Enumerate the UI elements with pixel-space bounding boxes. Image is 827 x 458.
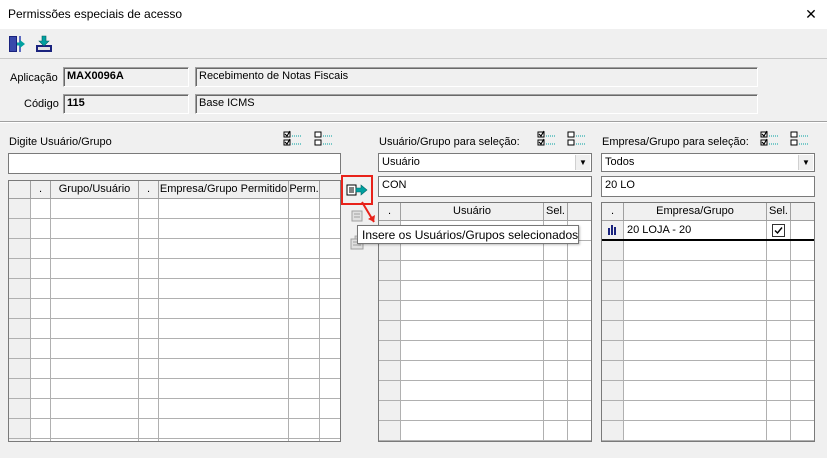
table-row[interactable] xyxy=(602,381,814,401)
company-selection-grid[interactable]: . Empresa/Grupo Sel. 20 LOJA - 20 xyxy=(601,202,815,442)
grid-header-sel[interactable]: Sel. xyxy=(544,203,568,221)
grid-header-sel[interactable]: Sel. xyxy=(767,203,791,221)
table-row[interactable] xyxy=(379,361,591,381)
aplicacao-code-field: MAX0096A xyxy=(63,67,189,87)
table-row[interactable] xyxy=(602,361,814,381)
table-row[interactable] xyxy=(9,419,340,439)
check-all-icon xyxy=(283,130,302,146)
table-row[interactable] xyxy=(379,321,591,341)
table-row[interactable] xyxy=(379,381,591,401)
codigo-value-field: 115 xyxy=(63,94,189,114)
table-row[interactable] xyxy=(379,281,591,301)
middle-uncheck-all-button[interactable] xyxy=(564,128,590,150)
table-row[interactable] xyxy=(602,341,814,361)
company-type-selected-value: Todos xyxy=(605,156,635,168)
right-check-all-button[interactable] xyxy=(757,128,783,150)
table-row[interactable] xyxy=(9,319,340,339)
close-button[interactable]: ✕ xyxy=(797,2,825,26)
permissions-grid[interactable]: . Grupo/Usuário . Empresa/Grupo Permitid… xyxy=(8,180,341,442)
chevron-down-icon[interactable]: ▼ xyxy=(798,155,813,170)
grid-header-grupo-usuario[interactable]: Grupo/Usuário xyxy=(51,181,139,199)
exit-button[interactable] xyxy=(4,31,30,57)
aplicacao-description-field: Recebimento de Notas Fiscais xyxy=(195,67,758,87)
grid-header-dot: . xyxy=(602,203,624,221)
table-row[interactable] xyxy=(9,219,340,239)
table-row[interactable] xyxy=(379,301,591,321)
codigo-label: Código xyxy=(24,98,59,110)
grid-header-filler xyxy=(320,181,340,199)
right-uncheck-all-button[interactable] xyxy=(787,128,813,150)
company-search-input[interactable]: 20 LO xyxy=(601,176,815,197)
table-row[interactable]: 20 LOJA - 20 xyxy=(602,221,814,241)
grid-header-filler xyxy=(568,203,591,221)
table-row[interactable] xyxy=(602,301,814,321)
table-row[interactable] xyxy=(9,279,340,299)
uncheck-all-icon xyxy=(314,131,333,146)
table-row[interactable] xyxy=(9,339,340,359)
checkmark-icon xyxy=(774,227,783,235)
left-check-all-button[interactable] xyxy=(280,128,306,150)
chevron-down-icon[interactable]: ▼ xyxy=(575,155,590,170)
middle-check-all-button[interactable] xyxy=(534,128,560,150)
user-type-selected-value: Usuário xyxy=(382,156,420,168)
user-search-input[interactable]: CON xyxy=(378,176,592,197)
table-row[interactable] xyxy=(9,259,340,279)
left-uncheck-all-button[interactable] xyxy=(311,128,337,150)
table-row[interactable] xyxy=(602,401,814,421)
left-panel-label: Digite Usuário/Grupo xyxy=(9,136,112,148)
right-panel-label: Empresa/Grupo para seleção: xyxy=(602,136,749,148)
table-row[interactable] xyxy=(602,421,814,441)
table-row[interactable] xyxy=(602,321,814,341)
tooltip: Insere os Usuários/Grupos selecionados xyxy=(357,225,579,244)
table-row[interactable] xyxy=(379,421,591,441)
user-group-input[interactable] xyxy=(8,153,341,174)
codigo-description-field: Base ICMS xyxy=(195,94,758,114)
middle-panel-label: Usuário/Grupo para seleção: xyxy=(379,136,520,148)
toolbar xyxy=(0,29,827,59)
table-row[interactable] xyxy=(9,239,340,259)
table-row[interactable] xyxy=(379,241,591,261)
grid-header-dot-2: . xyxy=(139,181,159,199)
grid-header-empresa-grupo-permitido[interactable]: Empresa/Grupo Permitido xyxy=(159,181,289,199)
grid-header-dot: . xyxy=(379,203,401,221)
check-all-icon xyxy=(760,130,779,146)
company-type-select[interactable]: Todos ▼ xyxy=(601,153,815,172)
table-row[interactable] xyxy=(602,241,814,261)
company-building-icon xyxy=(606,224,618,239)
table-row[interactable] xyxy=(379,401,591,421)
check-all-icon xyxy=(537,130,556,146)
grid-header-filler xyxy=(791,203,814,221)
table-row[interactable] xyxy=(9,399,340,419)
table-row[interactable] xyxy=(379,341,591,361)
exit-door-icon xyxy=(9,36,25,52)
table-row[interactable] xyxy=(9,379,340,399)
table-row[interactable] xyxy=(9,359,340,379)
save-button[interactable] xyxy=(31,31,57,57)
header-separator xyxy=(0,121,827,123)
company-select-checkbox[interactable] xyxy=(772,224,785,237)
save-download-icon xyxy=(36,35,52,52)
grid-header-dot: . xyxy=(31,181,51,199)
table-row[interactable] xyxy=(602,281,814,301)
grid-header-usuario[interactable]: Usuário xyxy=(401,203,544,221)
grid-header-perm[interactable]: Perm. xyxy=(289,181,320,199)
table-row[interactable] xyxy=(9,299,340,319)
red-arrow-icon xyxy=(361,201,375,223)
window-title: Permissões especiais de acesso xyxy=(8,7,183,21)
table-row[interactable] xyxy=(602,261,814,281)
table-row[interactable] xyxy=(379,261,591,281)
table-row[interactable] xyxy=(9,199,340,219)
company-name: 20 LOJA - 20 xyxy=(627,224,692,236)
user-type-select[interactable]: Usuário ▼ xyxy=(378,153,592,172)
grid-header-indicator xyxy=(9,181,31,199)
uncheck-all-icon xyxy=(567,131,586,146)
aplicacao-label: Aplicação xyxy=(10,72,58,84)
grid-header-empresa-grupo[interactable]: Empresa/Grupo xyxy=(624,203,767,221)
uncheck-all-icon xyxy=(790,131,809,146)
